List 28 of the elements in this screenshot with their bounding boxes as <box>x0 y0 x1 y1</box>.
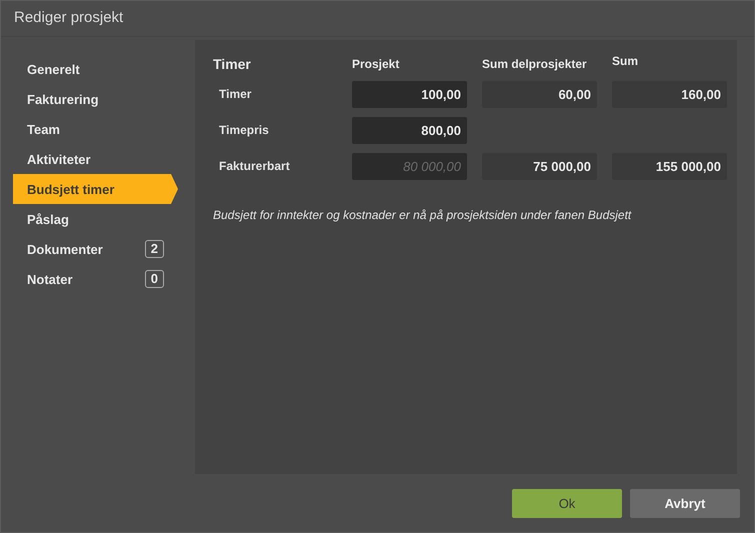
column-header: Sum <box>612 54 640 68</box>
input-field[interactable]: 800,00 <box>352 117 467 144</box>
column-header: Prosjekt <box>352 57 400 71</box>
section-heading: Timer <box>213 56 252 72</box>
column-header: Sum delprosjekter <box>482 57 588 71</box>
readonly-field: 160,00 <box>612 81 727 108</box>
sidebar-item[interactable]: Generelt <box>13 54 178 84</box>
count-badge: 0 <box>144 270 164 288</box>
readonly-field: 155 000,00 <box>612 153 727 180</box>
count-badge: 2 <box>144 240 164 258</box>
input-field[interactable]: 80 000,00 <box>352 153 467 180</box>
readonly-field: 75 000,00 <box>482 153 597 180</box>
row-label: Timer <box>218 86 252 101</box>
sidebar-item[interactable]: Påslag <box>13 204 178 234</box>
window-title: Rediger prosjekt <box>1 1 754 37</box>
input-field[interactable]: 100,00 <box>352 81 467 108</box>
sidebar-item[interactable]: Fakturering <box>13 84 178 114</box>
row-label: Timepris <box>218 122 270 137</box>
readonly-field: 60,00 <box>482 81 597 108</box>
sidebar-item[interactable]: Dokumenter 2 <box>13 234 178 264</box>
sidebar-item[interactable]: Team <box>13 114 178 144</box>
ok-button[interactable]: Ok <box>512 489 622 518</box>
sidebar-item[interactable]: Notater 0 <box>13 264 178 294</box>
cancel-button[interactable]: Avbryt <box>630 489 740 518</box>
row-label: Fakturerbart <box>218 158 291 173</box>
info-text: Budsjett for inntekter og kostnader er nå på prosjektsiden under fanen Budsjett <box>213 208 632 222</box>
sidebar-item[interactable]: Budsjett timer <box>13 174 178 204</box>
sidebar-item[interactable]: Aktiviteter <box>13 144 178 174</box>
